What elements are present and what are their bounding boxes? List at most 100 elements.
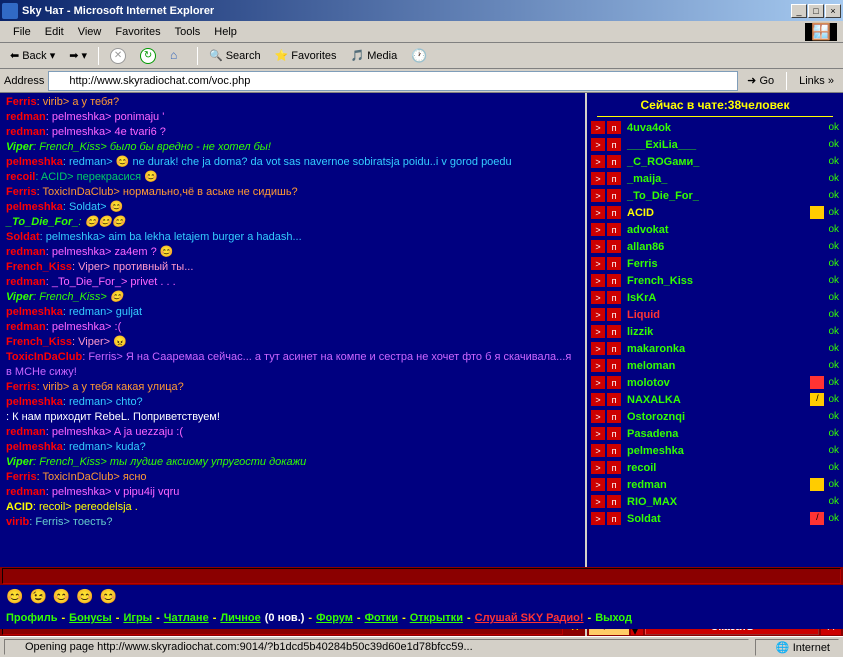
user-name[interactable]: IsKrA <box>627 292 828 304</box>
user-name[interactable]: pelmeshka <box>627 445 828 457</box>
menu-view[interactable]: View <box>71 24 109 40</box>
chat-username[interactable]: Soldat <box>6 231 40 243</box>
links-button[interactable]: Links » <box>794 73 839 89</box>
user-private-button[interactable]: п <box>607 427 621 440</box>
user-whisper-button[interactable]: > <box>591 172 605 185</box>
user-name[interactable]: lizzik <box>627 326 828 338</box>
chat-username[interactable]: redman <box>6 126 46 138</box>
menu-file[interactable]: File <box>6 24 38 40</box>
chat-username[interactable]: pelmeshka <box>6 201 63 213</box>
user-private-button[interactable]: п <box>607 206 621 219</box>
nav-link[interactable]: Профиль <box>6 612 57 624</box>
user-ok-button[interactable]: ok <box>828 258 839 269</box>
nav-link[interactable]: Игры <box>123 612 152 624</box>
user-private-button[interactable]: п <box>607 223 621 236</box>
chat-username[interactable]: French_Kiss <box>6 336 72 348</box>
chat-username[interactable]: pelmeshka <box>6 306 63 318</box>
user-name[interactable]: recoil <box>627 462 828 474</box>
users-list[interactable]: >п4uva4okok>п___ExiLia___ok>п_C_ROGaми_o… <box>587 119 843 618</box>
chat-username[interactable]: _To_Die_For_ <box>6 216 78 228</box>
user-whisper-button[interactable]: > <box>591 325 605 338</box>
user-ok-button[interactable]: ok <box>828 190 839 201</box>
user-private-button[interactable]: п <box>607 325 621 338</box>
user-ok-button[interactable]: ok <box>828 275 839 286</box>
nav-link[interactable]: Открытки <box>410 612 463 624</box>
user-private-button[interactable]: п <box>607 274 621 287</box>
chat-username[interactable]: French_Kiss <box>6 261 72 273</box>
nav-link[interactable]: Выход <box>595 612 632 624</box>
user-whisper-button[interactable]: > <box>591 461 605 474</box>
user-whisper-button[interactable]: > <box>591 342 605 355</box>
chat-username[interactable]: Viper <box>6 291 33 303</box>
user-whisper-button[interactable]: > <box>591 359 605 372</box>
nav-link[interactable]: Форум <box>316 612 353 624</box>
user-whisper-button[interactable]: > <box>591 291 605 304</box>
chat-username[interactable]: Ferris <box>6 381 37 393</box>
minimize-button[interactable]: _ <box>791 4 807 18</box>
user-ok-button[interactable]: ok <box>828 394 839 405</box>
user-name[interactable]: redman <box>627 479 810 491</box>
user-private-button[interactable]: п <box>607 291 621 304</box>
user-ok-button[interactable]: ok <box>828 309 839 320</box>
go-button[interactable]: ➜ Go <box>742 72 779 89</box>
user-whisper-button[interactable]: > <box>591 512 605 525</box>
chat-username[interactable]: redman <box>6 321 46 333</box>
user-ok-button[interactable]: ok <box>828 207 839 218</box>
user-whisper-button[interactable]: > <box>591 495 605 508</box>
menu-edit[interactable]: Edit <box>38 24 71 40</box>
user-whisper-button[interactable]: > <box>591 478 605 491</box>
user-private-button[interactable]: п <box>607 189 621 202</box>
user-ok-button[interactable]: ok <box>828 428 839 439</box>
user-name[interactable]: Liquid <box>627 309 828 321</box>
user-name[interactable]: _maija_ <box>627 173 828 185</box>
chat-input-main[interactable] <box>2 568 841 584</box>
chat-log[interactable]: Ferris: virib> а у тебя?redman: pelmeshk… <box>0 93 585 618</box>
user-private-button[interactable]: п <box>607 240 621 253</box>
user-private-button[interactable]: п <box>607 172 621 185</box>
user-ok-button[interactable]: ok <box>828 479 839 490</box>
user-private-button[interactable]: п <box>607 359 621 372</box>
user-ok-button[interactable]: ok <box>828 445 839 456</box>
user-whisper-button[interactable]: > <box>591 155 605 168</box>
maximize-button[interactable]: □ <box>808 4 824 18</box>
user-ok-button[interactable]: ok <box>828 241 839 252</box>
user-name[interactable]: Ferris <box>627 258 828 270</box>
user-name[interactable]: _To_Die_For_ <box>627 190 828 202</box>
nav-link[interactable]: Личное <box>220 612 260 624</box>
user-ok-button[interactable]: ok <box>828 513 839 524</box>
refresh-button[interactable]: ↻ <box>134 46 162 66</box>
chat-username[interactable]: pelmeshka <box>6 441 63 453</box>
user-private-button[interactable]: п <box>607 512 621 525</box>
nav-link[interactable]: Фотки <box>365 612 399 624</box>
user-name[interactable]: _C_ROGaми_ <box>627 156 828 168</box>
smiley-icon[interactable]: 😊 <box>6 588 23 605</box>
user-ok-button[interactable]: ok <box>828 122 839 133</box>
user-whisper-button[interactable]: > <box>591 444 605 457</box>
chat-username[interactable]: Viper <box>6 141 33 153</box>
user-whisper-button[interactable]: > <box>591 274 605 287</box>
user-ok-button[interactable]: ok <box>828 343 839 354</box>
chat-username[interactable]: redman <box>6 486 46 498</box>
user-ok-button[interactable]: ok <box>828 173 839 184</box>
smiley-icon[interactable]: 😉 <box>29 588 46 605</box>
chat-username[interactable]: redman <box>6 111 46 123</box>
menu-favorites[interactable]: Favorites <box>108 24 167 40</box>
user-name[interactable]: molotov <box>627 377 810 389</box>
user-ok-button[interactable]: ok <box>828 139 839 150</box>
chat-username[interactable]: redman <box>6 426 46 438</box>
user-ok-button[interactable]: ok <box>828 377 839 388</box>
user-private-button[interactable]: п <box>607 257 621 270</box>
chat-username[interactable]: ToxicInDaClub <box>6 351 82 363</box>
user-name[interactable]: ACID <box>627 207 810 219</box>
user-whisper-button[interactable]: > <box>591 427 605 440</box>
menu-tools[interactable]: Tools <box>168 24 208 40</box>
close-button[interactable]: × <box>825 4 841 18</box>
user-private-button[interactable]: п <box>607 308 621 321</box>
history-button[interactable]: 🕐 <box>405 46 433 66</box>
nav-link[interactable]: Бонусы <box>69 612 112 624</box>
smiley-icon[interactable]: 😊 <box>76 588 93 605</box>
user-ok-button[interactable]: ok <box>828 462 839 473</box>
chat-username[interactable]: Ferris <box>6 471 37 483</box>
user-private-button[interactable]: п <box>607 478 621 491</box>
user-private-button[interactable]: п <box>607 393 621 406</box>
